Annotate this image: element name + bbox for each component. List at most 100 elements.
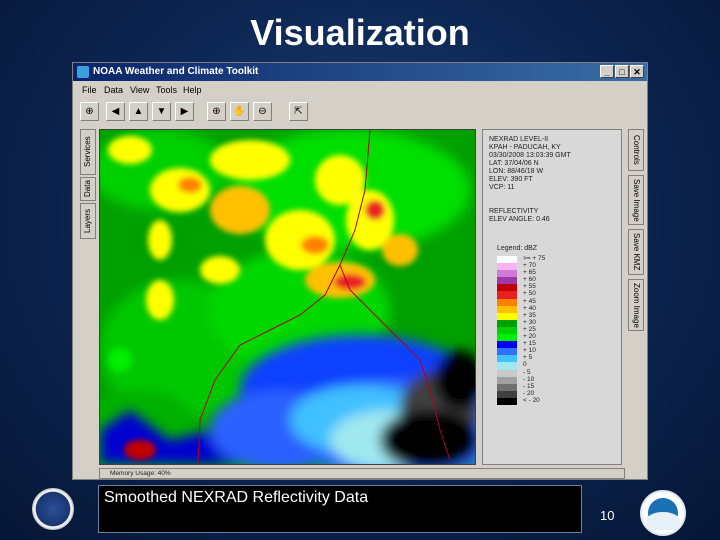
legend-swatch — [497, 263, 517, 271]
info-line: ELEV: 390 FT — [489, 176, 533, 183]
legend-label: < - 20 — [523, 396, 540, 404]
slide-title: Visualization — [250, 12, 470, 53]
data-info-panel: NEXRAD LEVEL-II KPAH - PADUCAH, KY 03/30… — [482, 129, 622, 465]
select-button[interactable]: ⇱ — [289, 102, 308, 121]
info-line: KPAH - PADUCAH, KY — [489, 144, 561, 151]
legend-row: + 35 — [497, 312, 617, 320]
info-line: VCP: 11 — [489, 184, 515, 191]
magnifier-plus-icon: ⊕ — [212, 106, 221, 117]
memory-usage: Memory Usage: 40% — [110, 470, 171, 477]
legend-row: + 65 — [497, 269, 617, 278]
legend-swatch — [497, 277, 517, 285]
legend-swatch — [497, 298, 517, 306]
info-line: NEXRAD LEVEL-II — [489, 136, 549, 143]
legend-swatch — [497, 270, 517, 278]
legend-swatch — [497, 312, 517, 320]
legend-row: < - 20 — [497, 396, 617, 405]
legend-row: - 20 — [497, 390, 617, 398]
pan-left-button[interactable]: ◀ — [106, 102, 125, 121]
menu-data[interactable]: Data — [104, 85, 123, 95]
arrow-left-icon: ◀ — [111, 106, 120, 117]
legend-row: + 25 — [497, 326, 617, 335]
legend-row: + 10 — [497, 347, 617, 356]
legend-row: + 5 — [497, 354, 617, 363]
minimize-button[interactable]: _ — [600, 65, 614, 78]
pointer-icon: ⇱ — [294, 106, 303, 117]
window-title: NOAA Weather and Climate Toolkit — [93, 66, 259, 77]
arrow-up-icon: ▲ — [133, 106, 144, 117]
zoom-out-button[interactable]: ⊖ — [253, 102, 272, 121]
arrow-right-icon: ▶ — [180, 106, 189, 117]
pan-up-button[interactable]: ▲ — [129, 102, 148, 121]
close-button[interactable]: ✕ — [630, 65, 644, 78]
tab-save-kmz[interactable]: Save KMZ — [628, 229, 644, 275]
menu-bar: File Data View Tools Help — [73, 82, 647, 98]
tab-save-image[interactable]: Save Image — [628, 175, 644, 225]
legend-row: + 40 — [497, 305, 617, 313]
info-line: LAT: 37/04/06 N — [489, 160, 539, 167]
status-bar: Memory Usage: 40% — [99, 468, 625, 479]
arrow-down-icon: ▼ — [156, 106, 167, 117]
legend-swatch — [497, 326, 517, 335]
legend-swatch — [497, 376, 517, 384]
legend-swatch — [497, 355, 517, 363]
zoom-extent-button[interactable]: ⊕ — [80, 102, 99, 121]
caption-box: Smoothed NEXRAD Reflectivity Data — [98, 485, 582, 533]
color-legend: >= + 75 + 70 + 65 + 60 + 55 + 50 + 45 + 40 + 35 +… — [497, 255, 617, 405]
caption-text: Smoothed NEXRAD Reflectivity Data — [104, 489, 369, 506]
info-line: 03/30/2008 13:03:39 GMT — [489, 152, 571, 159]
tab-services[interactable]: Services — [80, 129, 96, 175]
pan-right-button[interactable]: ▶ — [175, 102, 194, 121]
info-line: REFLECTIVITY — [489, 208, 539, 215]
legend-row: + 15 — [497, 340, 617, 349]
legend-swatch — [497, 291, 517, 299]
tab-controls[interactable]: Controls — [628, 129, 644, 171]
legend-swatch — [497, 390, 517, 398]
legend-title: Legend: dBZ — [497, 245, 538, 252]
radar-map[interactable] — [99, 129, 476, 465]
legend-row: + 30 — [497, 319, 617, 327]
pan-hand-button[interactable]: ✋ — [230, 102, 249, 121]
legend-row: + 45 — [497, 298, 617, 306]
legend-row: + 20 — [497, 333, 617, 342]
legend-row: + 70 — [497, 262, 617, 271]
legend-swatch — [497, 348, 517, 356]
zoom-in-button[interactable]: ⊕ — [207, 102, 226, 121]
magnifier-minus-icon: ⊖ — [258, 106, 267, 117]
pan-down-button[interactable]: ▼ — [152, 102, 171, 121]
legend-swatch — [497, 397, 517, 405]
legend-swatch — [497, 383, 517, 391]
legend-swatch — [497, 334, 517, 342]
legend-row: + 55 — [497, 283, 617, 292]
tab-zoom-image[interactable]: Zoom Image — [628, 279, 644, 331]
menu-tools[interactable]: Tools — [156, 85, 177, 95]
menu-help[interactable]: Help — [183, 85, 202, 95]
magnifier-globe-icon: ⊕ — [85, 106, 94, 117]
maximize-button[interactable]: □ — [615, 65, 629, 78]
info-line: LON: 88/46/18 W — [489, 168, 544, 175]
legend-swatch — [497, 369, 517, 377]
legend-row: >= + 75 — [497, 255, 617, 264]
reflectivity-image — [100, 130, 475, 464]
legend-swatch — [497, 284, 517, 292]
legend-row: - 15 — [497, 383, 617, 391]
menu-file[interactable]: File — [82, 85, 97, 95]
noaa-logo-icon — [640, 490, 686, 536]
legend-swatch — [497, 319, 517, 327]
legend-row: + 50 — [497, 290, 617, 299]
legend-swatch — [497, 305, 517, 313]
window-titlebar[interactable]: NOAA Weather and Climate Toolkit _ □ ✕ — [73, 63, 647, 81]
hand-icon: ✋ — [233, 106, 246, 117]
page-number: 10 — [600, 508, 615, 523]
tab-layers[interactable]: Layers — [80, 203, 96, 239]
tab-data[interactable]: Data — [80, 177, 96, 201]
department-of-commerce-seal-icon — [32, 488, 74, 530]
legend-row: + 60 — [497, 276, 617, 285]
legend-swatch — [497, 341, 517, 349]
legend-row: 0 — [497, 361, 617, 370]
menu-view[interactable]: View — [130, 85, 149, 95]
info-line: ELEV ANGLE: 0.46 — [489, 216, 550, 223]
app-icon — [77, 66, 89, 78]
legend-swatch — [497, 256, 517, 264]
legend-row: - 10 — [497, 376, 617, 384]
